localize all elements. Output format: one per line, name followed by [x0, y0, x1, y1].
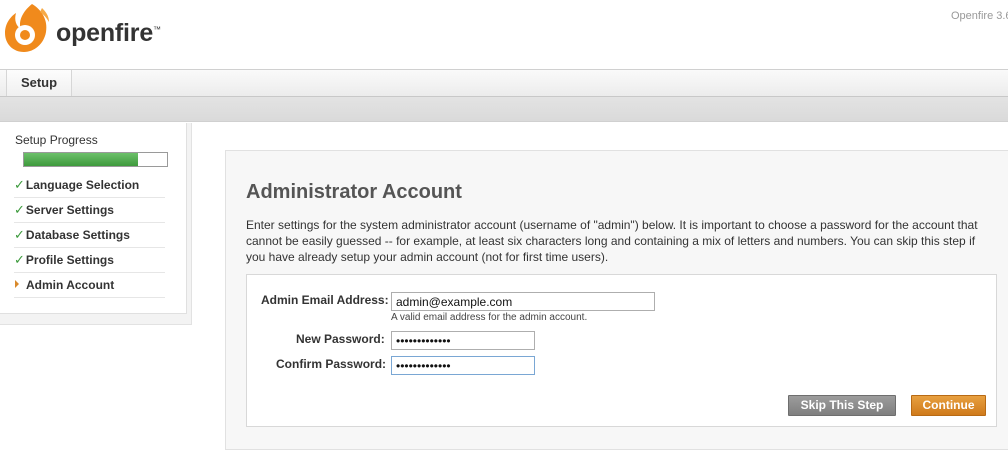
current-step-arrow-icon [15, 280, 19, 288]
step-admin-account: Admin Account [14, 273, 165, 298]
trademark: ™ [153, 25, 161, 34]
openfire-wordmark: openfire™ [56, 19, 161, 48]
email-hint: A valid email address for the admin acco… [391, 312, 588, 323]
step-language-selection: ✓Language Selection [14, 173, 165, 198]
tab-setup[interactable]: Setup [6, 70, 72, 96]
setup-steps-list: ✓Language Selection ✓Server Settings ✓Da… [14, 173, 165, 298]
check-icon: ✓ [14, 177, 25, 192]
confirm-password-label: Confirm Password: [276, 357, 387, 371]
step-server-settings: ✓Server Settings [14, 198, 165, 223]
admin-email-input[interactable] [391, 292, 655, 311]
progress-title: Setup Progress [15, 133, 98, 147]
sub-navigation-bar [0, 97, 1008, 122]
setup-progress-sidebar: Setup Progress ✓Language Selection ✓Serv… [0, 123, 187, 314]
new-password-label: New Password: [296, 332, 385, 346]
step-profile-settings: ✓Profile Settings [14, 248, 165, 273]
step-label: Server Settings [25, 203, 114, 217]
header: openfire™ Openfire 3.6 [0, 0, 1008, 70]
check-icon: ✓ [14, 252, 25, 267]
logo-text: openfire [56, 19, 154, 47]
step-database-settings: ✓Database Settings [14, 223, 165, 248]
page-title: Administrator Account [246, 181, 462, 203]
step-label: Profile Settings [25, 253, 114, 267]
check-icon: ✓ [14, 227, 25, 242]
openfire-flame-logo-icon [5, 4, 49, 52]
version-label: Openfire 3.6 [951, 10, 1008, 22]
confirm-password-input[interactable] [391, 356, 535, 375]
step-label: Admin Account [26, 278, 115, 292]
step-label: Database Settings [25, 228, 130, 242]
admin-email-label: Admin Email Address: [261, 293, 389, 307]
new-password-input[interactable] [391, 331, 535, 350]
continue-button[interactable]: Continue [911, 395, 986, 416]
tab-bar: Setup [0, 69, 1008, 97]
progress-bar [23, 152, 168, 167]
progress-bar-fill [24, 153, 139, 166]
check-icon: ✓ [14, 202, 25, 217]
step-label: Language Selection [25, 178, 140, 192]
intro-text: Enter settings for the system administra… [246, 218, 978, 264]
skip-this-step-button[interactable]: Skip This Step [788, 395, 896, 416]
